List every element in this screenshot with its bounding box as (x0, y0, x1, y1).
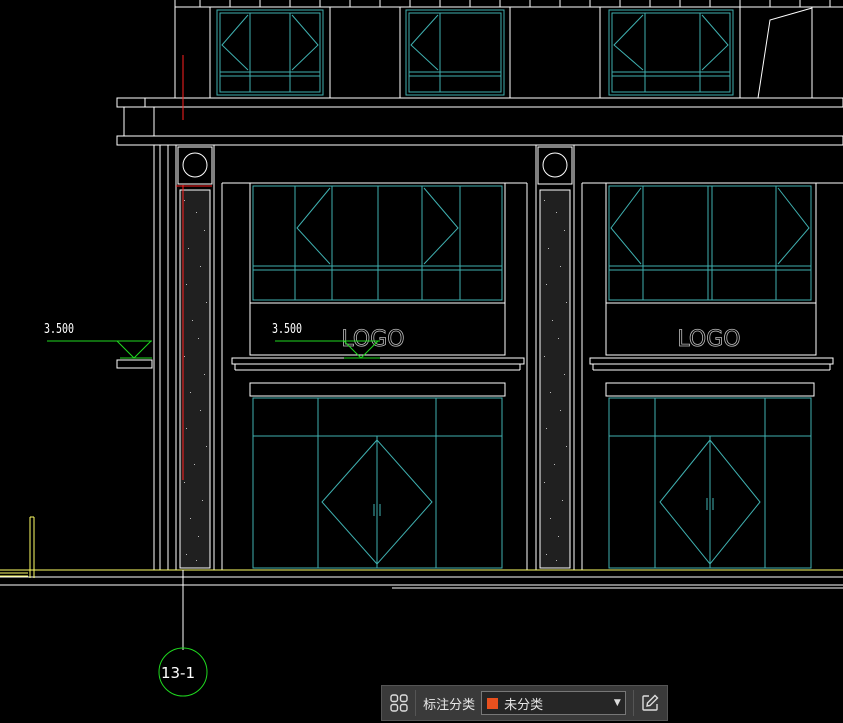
grid-2x2-icon (389, 694, 408, 712)
storefront-right (589, 182, 834, 569)
left-canopy (116, 359, 153, 369)
ground-line (0, 516, 843, 589)
chevron-down-icon: ▼ (613, 698, 621, 708)
upper-windows (216, 9, 734, 96)
logo-right-text: LOGO (677, 327, 740, 352)
edit-icon (642, 694, 659, 711)
edit-annotation-button[interactable] (634, 686, 667, 720)
grid-view-button[interactable] (382, 686, 415, 720)
annotation-category-select[interactable]: 未分类 ▼ (481, 691, 626, 715)
annotation-toolbar: 标注分类 未分类 ▼ (381, 685, 668, 721)
storefront-left (231, 182, 525, 569)
category-select-value: 未分类 (504, 697, 544, 713)
stone-texture (184, 200, 567, 561)
elevation-label-center: 3.500 (272, 322, 302, 337)
elevation-label-left: 3.500 (44, 322, 74, 337)
annotation-category-label: 标注分类 (423, 697, 476, 713)
category-color-swatch (487, 697, 499, 709)
cad-drawing-canvas[interactable]: LOGO LOGO 3.500 3.500 13-1 (0, 0, 843, 723)
grid-bubble-label: 13-1 (161, 664, 195, 682)
elevation-marker-left (47, 340, 152, 359)
